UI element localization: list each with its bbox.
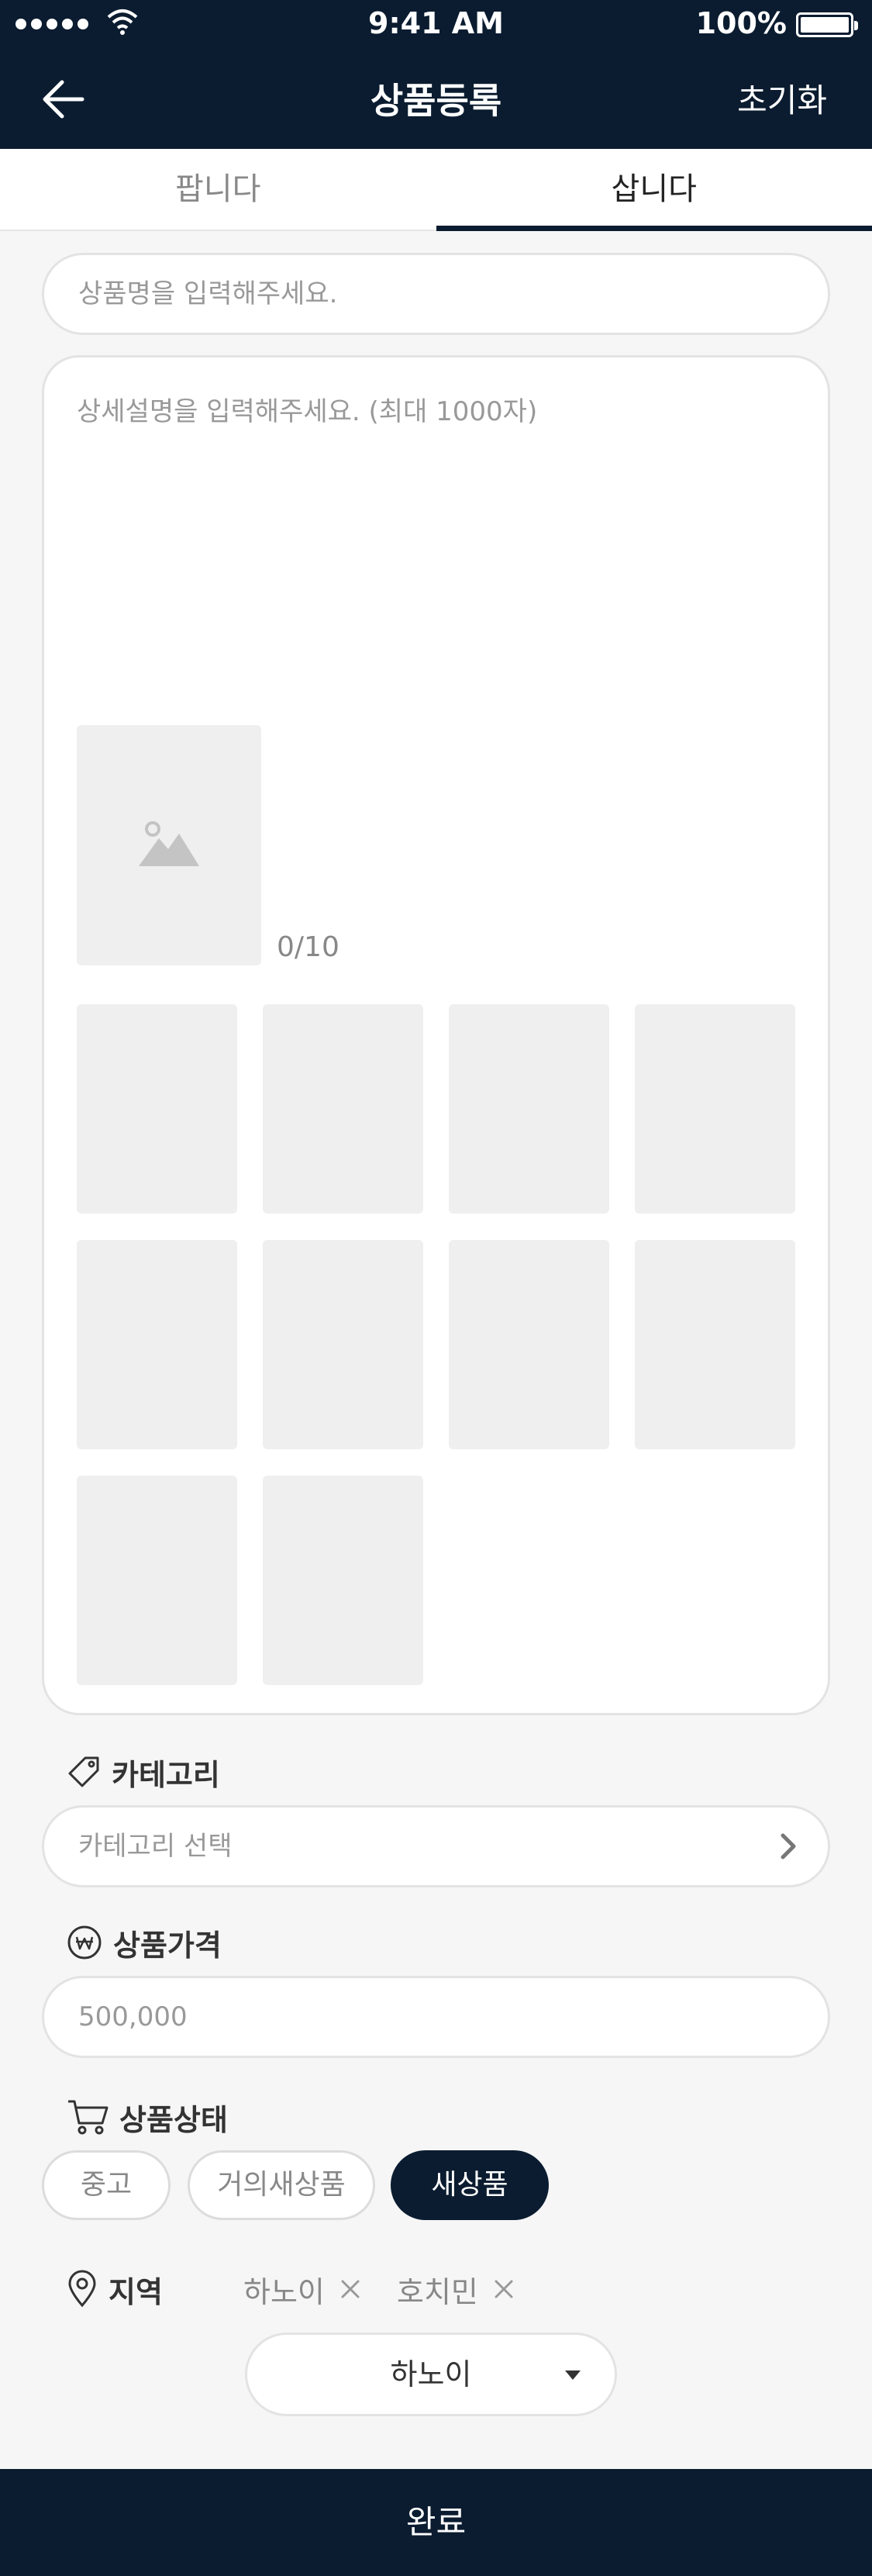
region-tag-label: 하노이 (243, 2274, 325, 2309)
photo-slot[interactable] (449, 1004, 609, 1214)
chevron-right-icon (781, 1833, 796, 1859)
photo-slot[interactable] (77, 1004, 237, 1214)
battery-percent: 100% (695, 6, 787, 40)
tab-sell[interactable]: 팝니다 (0, 149, 436, 230)
caret-down-icon (565, 2371, 581, 2380)
price-label-text: 상품가격 (113, 1928, 222, 1963)
top-bar: 9:41 AM 100% 상품등록 초기화 (0, 0, 872, 149)
nav-bar: 상품등록 초기화 (0, 50, 872, 149)
region-dropdown[interactable]: 하노이 (245, 2333, 617, 2416)
region-label-text: 지역 (109, 2274, 163, 2309)
photo-slot[interactable] (263, 1004, 423, 1214)
category-label: 카테고리 (67, 1749, 220, 1795)
add-photo-button[interactable] (77, 725, 261, 965)
image-icon (139, 821, 199, 866)
price-label: 상품가격 (67, 1919, 222, 1966)
cart-icon (68, 2100, 109, 2135)
tab-bar: 팝니다 삽니다 (0, 149, 872, 231)
region-tag: 호치민 (397, 2266, 515, 2312)
price-input[interactable]: 500,000 (42, 1976, 830, 2058)
condition-chip-like-new[interactable]: 거의새상품 (188, 2150, 375, 2220)
condition-label: 상품상태 (67, 2094, 228, 2140)
photo-slot[interactable] (77, 1476, 237, 1685)
description-placeholder: 상세설명을 입력해주세요. (최대 1000자) (77, 396, 538, 427)
photo-slot[interactable] (263, 1240, 423, 1449)
remove-icon[interactable] (339, 2277, 362, 2301)
photo-slot[interactable] (635, 1004, 795, 1214)
region-tag: 하노이 (243, 2266, 362, 2312)
condition-chip-new[interactable]: 새상품 (391, 2150, 549, 2220)
region-label: 지역 (67, 2266, 163, 2312)
photo-slot[interactable] (263, 1476, 423, 1685)
photo-slot[interactable] (635, 1240, 795, 1449)
status-bar: 9:41 AM 100% (0, 0, 872, 50)
category-select[interactable]: 카테고리 선택 (42, 1805, 830, 1887)
photo-slot[interactable] (449, 1240, 609, 1449)
tag-icon (68, 1756, 99, 1787)
photo-slot[interactable] (77, 1240, 237, 1449)
remove-icon[interactable] (492, 2277, 515, 2301)
condition-label-text: 상품상태 (119, 2102, 228, 2137)
condition-chip-used[interactable]: 중고 (42, 2150, 171, 2220)
battery-icon (796, 12, 858, 37)
description-box[interactable]: 상세설명을 입력해주세요. (최대 1000자) 0/10 (42, 355, 830, 1715)
category-label-text: 카테고리 (112, 1757, 220, 1792)
product-name-input[interactable]: 상품명을 입력해주세요. (42, 253, 830, 335)
submit-button[interactable]: 완료 (0, 2469, 872, 2576)
category-placeholder: 카테고리 선택 (78, 1831, 233, 1862)
location-pin-icon (68, 2270, 96, 2308)
region-tag-label: 호치민 (397, 2274, 478, 2309)
won-icon (67, 1925, 102, 1960)
photo-count: 0/10 (277, 931, 339, 963)
tab-buy[interactable]: 삽니다 (436, 149, 872, 231)
region-dropdown-value: 하노이 (390, 2357, 472, 2391)
reset-button[interactable]: 초기화 (737, 74, 827, 122)
